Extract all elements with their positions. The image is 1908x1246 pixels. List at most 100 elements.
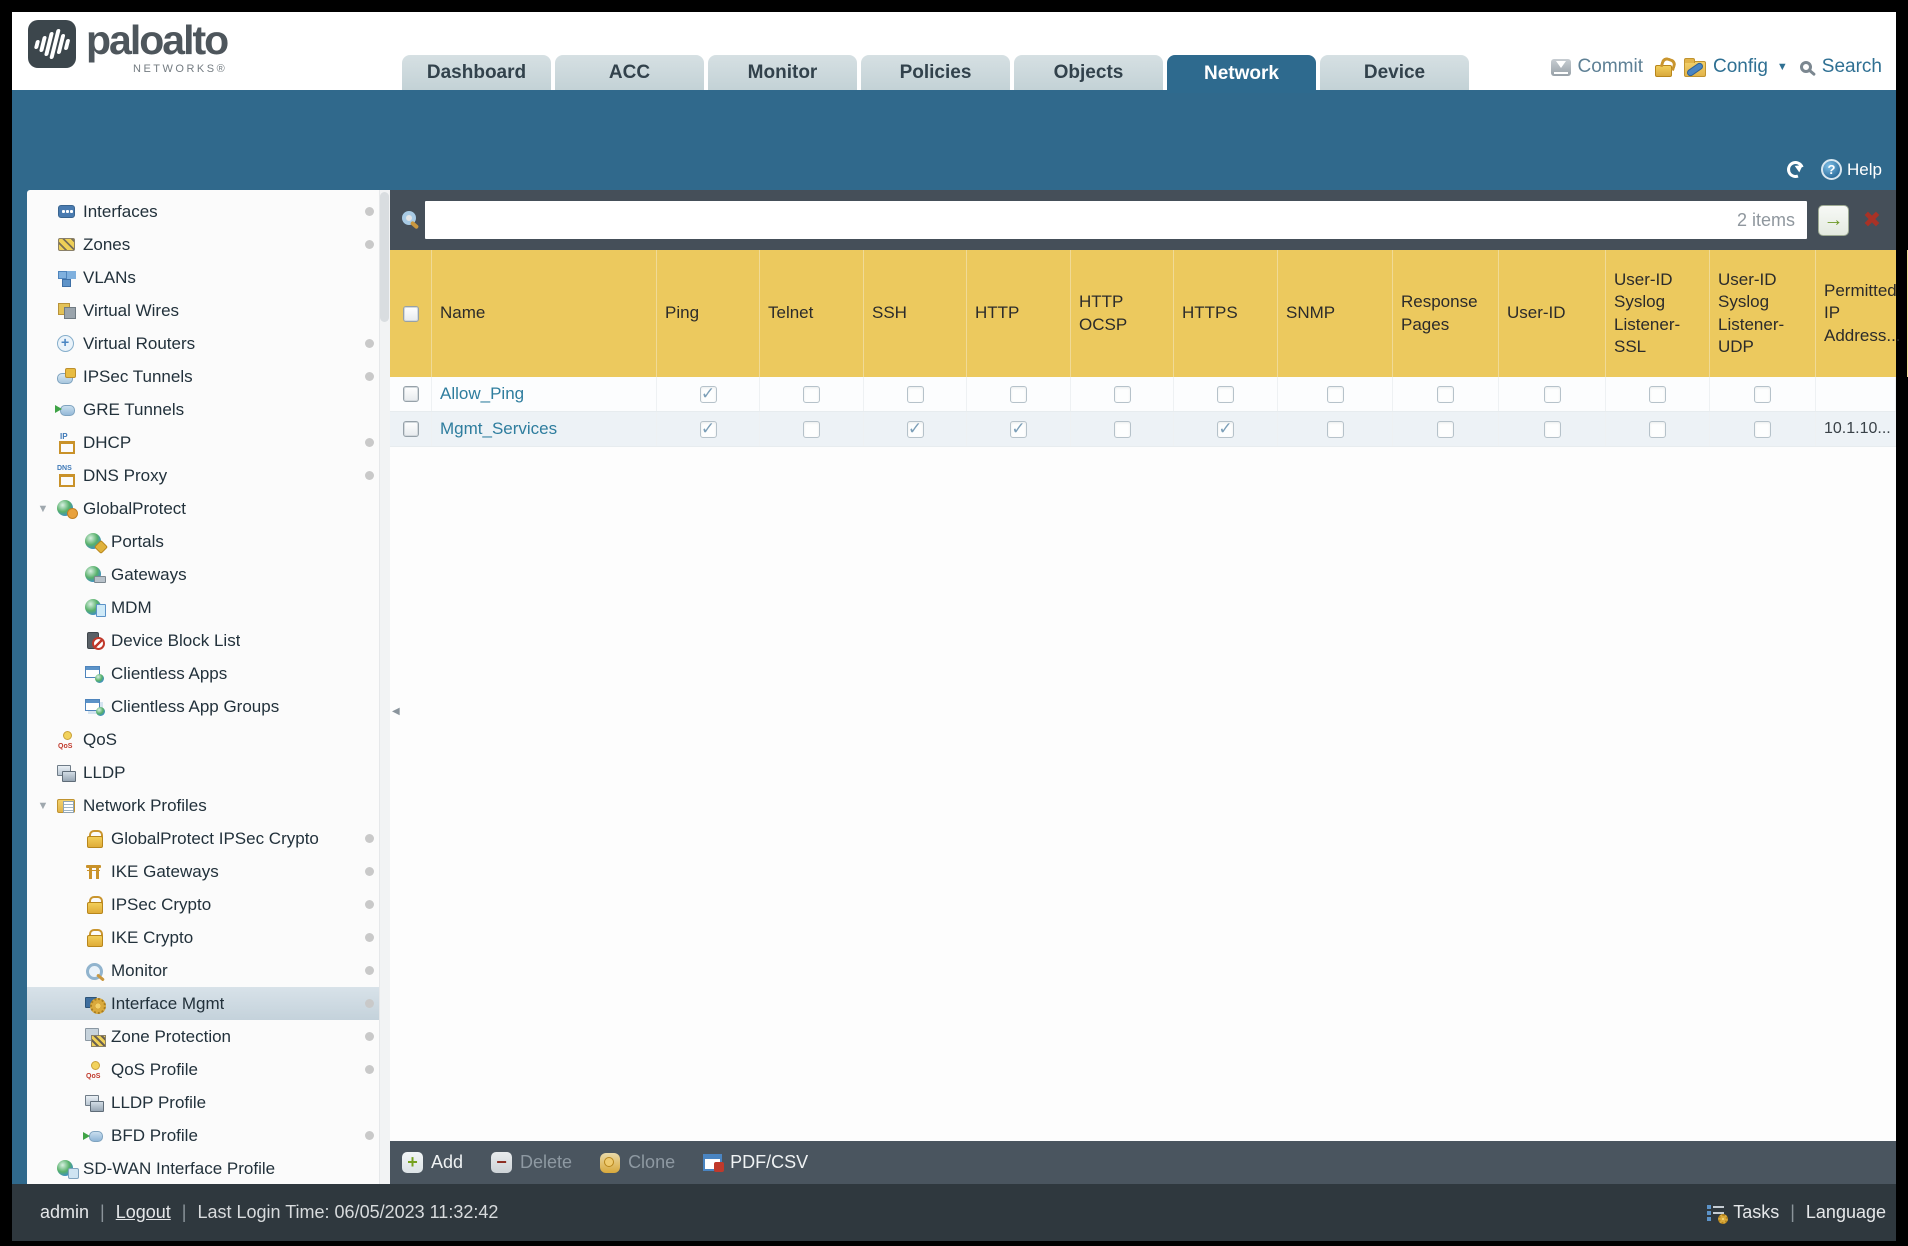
- row-select-checkbox[interactable]: [402, 421, 419, 437]
- sidebar-item-virtual-wires[interactable]: Virtual Wires: [27, 294, 390, 327]
- status-dot: [365, 1131, 374, 1140]
- sidebar-item-ike-gateways[interactable]: IKE Gateways: [27, 855, 390, 888]
- service-checkbox-user-id-syslog-listener-ssl: [1649, 385, 1666, 403]
- sidebar-item-label: IPSec Tunnels: [83, 366, 193, 386]
- sidebar-item-interface-mgmt[interactable]: Interface Mgmt: [27, 987, 390, 1020]
- clear-filter-button[interactable]: [1858, 206, 1886, 234]
- sidebar-item-label: LLDP Profile: [111, 1092, 207, 1112]
- sidebar-item-monitor[interactable]: Monitor: [27, 954, 390, 987]
- main-content: 2 items NamePingTelnetSSHHTTPHTTP OCSPHT…: [390, 190, 1908, 1184]
- service-checkbox-http-ocsp: [1113, 385, 1131, 403]
- profile-name-link[interactable]: Mgmt_Services: [440, 419, 557, 439]
- sidebar-item-virtual-routers[interactable]: Virtual Routers: [27, 327, 390, 360]
- clientless-apps-icon: [85, 665, 104, 683]
- sidebar-item-label: GlobalProtect IPSec Crypto: [111, 828, 319, 848]
- sidebar-item-zones[interactable]: Zones: [27, 228, 390, 261]
- sidebar-item-portals[interactable]: Portals: [27, 525, 390, 558]
- sidebar-item-ipsec-tunnels[interactable]: IPSec Tunnels: [27, 360, 390, 393]
- search-button[interactable]: Search: [1799, 56, 1882, 78]
- gre-tunnels-icon: [55, 401, 76, 418]
- tab-dashboard[interactable]: Dashboard: [402, 55, 551, 90]
- tab-device[interactable]: Device: [1320, 55, 1469, 90]
- pdf-csv-button[interactable]: PDF/CSV: [703, 1152, 808, 1173]
- row-select-checkbox[interactable]: [402, 386, 419, 402]
- sidebar-item-label: Zones: [83, 234, 131, 254]
- status-footer: admin | Logout | Last Login Time: 06/05/…: [12, 1184, 1896, 1241]
- expander-triangle-icon[interactable]: [33, 503, 53, 515]
- lock-icon[interactable]: [1654, 64, 1672, 77]
- sidebar-item-qos-profile[interactable]: QoS Profile: [27, 1053, 390, 1086]
- sidebar-item-gateways[interactable]: Gateways: [27, 558, 390, 591]
- search-icon: [402, 211, 416, 225]
- table-body: Allow_Ping Mgmt_Services 10.1.10...: [390, 377, 1896, 447]
- profile-name-link[interactable]: Allow_Ping: [440, 384, 524, 404]
- sidebar-item-interfaces[interactable]: Interfaces: [27, 195, 390, 228]
- sidebar-item-label: DHCP: [83, 432, 132, 452]
- service-checkbox-ping: [699, 385, 717, 403]
- sidebar-item-mdm[interactable]: MDM: [27, 591, 390, 624]
- commit-label: Commit: [1577, 56, 1643, 77]
- sidebar-item-dhcp[interactable]: DHCP: [27, 426, 390, 459]
- table-empty-area: [390, 447, 1896, 1141]
- sidebar-item-network-profiles[interactable]: Network Profiles: [27, 789, 390, 822]
- service-checkbox-snmp: [1326, 420, 1344, 438]
- clone-button[interactable]: Clone: [600, 1152, 675, 1173]
- column-header-permitted-ip-address: Permitted IP Address...: [1816, 250, 1908, 377]
- sidebar-scrollbar[interactable]: [379, 190, 390, 1184]
- virtual-routers-icon: [57, 334, 76, 352]
- sidebar-item-clientless-apps[interactable]: Clientless Apps: [27, 657, 390, 690]
- brand-name: paloalto: [86, 17, 229, 63]
- apply-filter-button[interactable]: [1818, 204, 1849, 236]
- sidebar-item-globalprotect-ipsec-crypto[interactable]: GlobalProtect IPSec Crypto: [27, 822, 390, 855]
- logout-link[interactable]: Logout: [116, 1202, 171, 1223]
- commit-button[interactable]: Commit: [1550, 56, 1643, 78]
- tab-monitor[interactable]: Monitor: [708, 55, 857, 90]
- service-checkbox-https: [1217, 420, 1234, 438]
- language-button[interactable]: Language: [1806, 1202, 1886, 1223]
- tab-objects[interactable]: Objects: [1014, 55, 1163, 90]
- tasks-button[interactable]: Tasks: [1733, 1202, 1779, 1223]
- sidebar-item-ipsec-crypto[interactable]: IPSec Crypto: [27, 888, 390, 921]
- refresh-icon[interactable]: [1786, 160, 1805, 179]
- sidebar-scrollbar-thumb[interactable]: [380, 192, 389, 322]
- sidebar-item-sd-wan-interface-profile[interactable]: SD-WAN Interface Profile: [27, 1152, 390, 1184]
- delete-icon: [491, 1152, 513, 1173]
- add-button[interactable]: Add: [402, 1152, 463, 1173]
- sidebar-item-bfd-profile[interactable]: BFD Profile: [27, 1119, 390, 1152]
- sidebar-item-zone-protection[interactable]: Zone Protection: [27, 1020, 390, 1053]
- service-checkbox-ping: [699, 420, 717, 438]
- tab-network[interactable]: Network: [1167, 55, 1316, 93]
- sidebar-item-gre-tunnels[interactable]: GRE Tunnels: [27, 393, 390, 426]
- sidebar-collapse-icon[interactable]: ◀: [392, 706, 400, 717]
- help-button[interactable]: Help: [1821, 159, 1882, 180]
- sidebar-item-clientless-app-groups[interactable]: Clientless App Groups: [27, 690, 390, 723]
- sidebar-item-label: Monitor: [111, 960, 168, 980]
- sidebar-item-label: SD-WAN Interface Profile: [83, 1158, 276, 1178]
- sidebar-item-label: Interface Mgmt: [111, 993, 225, 1013]
- service-checkbox-http-ocsp: [1113, 420, 1131, 438]
- sidebar-item-lldp-profile[interactable]: LLDP Profile: [27, 1086, 390, 1119]
- sidebar-item-dns-proxy[interactable]: DNS Proxy: [27, 459, 390, 492]
- config-menu-button[interactable]: Config ▼: [1683, 56, 1788, 78]
- sidebar-item-qos[interactable]: QoS: [27, 723, 390, 756]
- service-checkbox-response-pages: [1437, 385, 1454, 403]
- sidebar-item-label: BFD Profile: [111, 1125, 198, 1145]
- sidebar-item-lldp[interactable]: LLDP: [27, 756, 390, 789]
- status-dot: [365, 240, 374, 249]
- filter-input[interactable]: [425, 201, 1737, 239]
- select-all-checkbox[interactable]: [402, 305, 419, 322]
- pdf-csv-label: PDF/CSV: [730, 1152, 809, 1172]
- body-area: Interfaces Zones VLANs Virtual Wires Virtual…: [12, 190, 1908, 1184]
- tab-policies[interactable]: Policies: [861, 55, 1010, 90]
- qos-icon: [85, 1061, 104, 1080]
- dhcp-icon: [57, 432, 76, 454]
- delete-button[interactable]: Delete: [491, 1152, 572, 1173]
- expander-triangle-icon[interactable]: [33, 800, 53, 812]
- tab-acc[interactable]: ACC: [555, 55, 704, 90]
- separator: |: [181, 1202, 187, 1222]
- status-dot: [365, 966, 374, 975]
- sidebar-item-globalprotect[interactable]: GlobalProtect: [27, 492, 390, 525]
- sidebar-item-vlans[interactable]: VLANs: [27, 261, 390, 294]
- sidebar-item-device-block-list[interactable]: Device Block List: [27, 624, 390, 657]
- sidebar-item-ike-crypto[interactable]: IKE Crypto: [27, 921, 390, 954]
